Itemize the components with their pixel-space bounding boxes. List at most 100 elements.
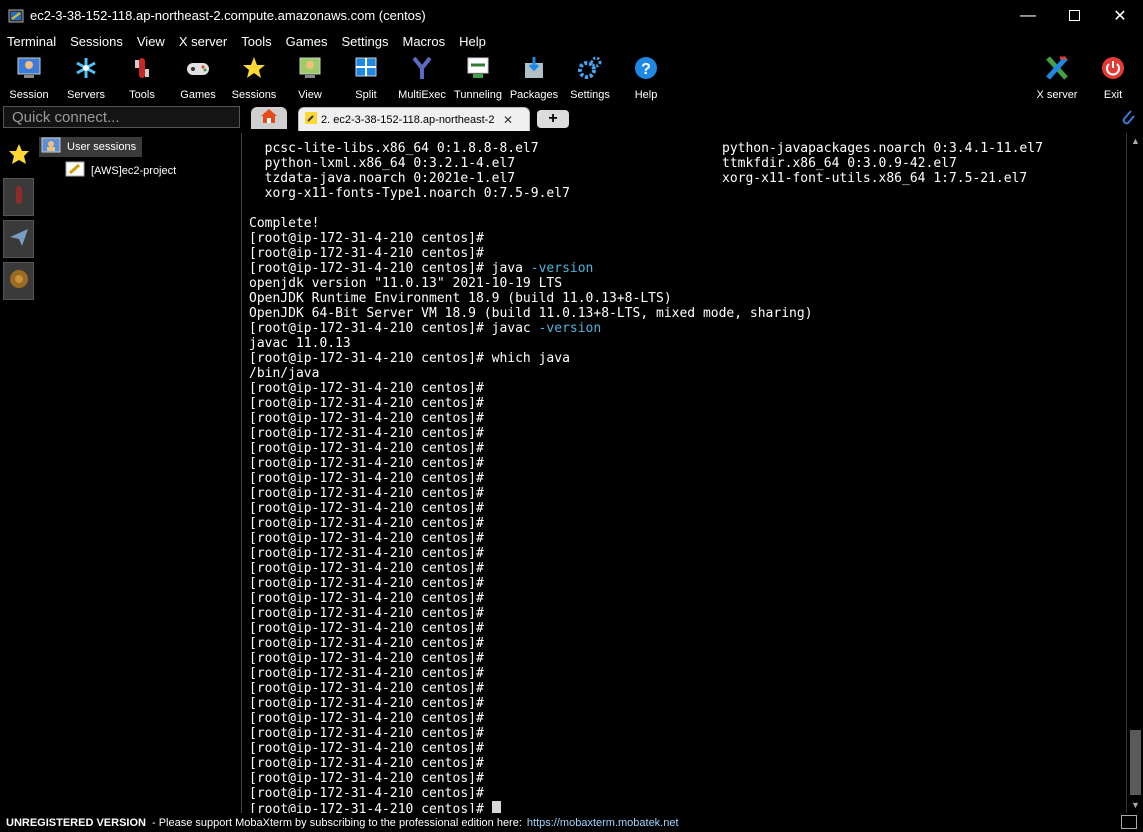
menu-games[interactable]: Games — [279, 34, 335, 49]
tunneling-icon — [465, 55, 491, 81]
exit-icon — [1100, 55, 1126, 81]
close-window-button[interactable]: ✕ — [1097, 0, 1143, 31]
mobatek-link[interactable]: https://mobaxterm.mobatek.net — [527, 817, 679, 829]
terminal-line: [root@ip-172-31-4-210 centos]# which jav… — [249, 351, 570, 366]
terminal-line: pcsc-lite-libs.x86_64 0:1.8.8-8.el7 — [249, 141, 539, 156]
tools-button[interactable]: Tools — [114, 53, 170, 101]
terminal-line: [root@ip-172-31-4-210 centos]# — [249, 681, 484, 696]
terminal-line: [root@ip-172-31-4-210 centos]# — [249, 486, 484, 501]
sidebar-vertical-tabs — [0, 133, 38, 813]
sessions-tree: User sessions [AWS]ec2-project — [37, 133, 240, 813]
view-icon — [297, 55, 323, 81]
menu-sessions[interactable]: Sessions — [63, 34, 130, 49]
terminal-line: Complete! — [249, 216, 320, 231]
terminal-line: [root@ip-172-31-4-210 centos]# — [249, 711, 484, 726]
quick-connect-input[interactable]: Quick connect... — [3, 106, 240, 128]
multiexec-button[interactable]: MultiExec — [394, 53, 450, 101]
sidebar-tab-sftp[interactable] — [3, 220, 34, 258]
maximize-button[interactable] — [1051, 0, 1097, 31]
menu-x-server[interactable]: X server — [172, 34, 234, 49]
terminal-line: python-lxml.x86_64 0:3.2.1-4.el7 — [249, 156, 516, 171]
x-server-button[interactable]: X server — [1029, 53, 1085, 101]
tab-bar: Quick connect... 2. ec2-3-38-152-118.ap-… — [0, 105, 1143, 131]
view-button[interactable]: View — [282, 53, 338, 101]
terminal-line: [root@ip-172-31-4-210 centos]# — [249, 246, 484, 261]
menu-settings[interactable]: Settings — [335, 34, 396, 49]
terminal-output[interactable]: pcsc-lite-libs.x86_64 0:1.8.8-8.el7 pytho… — [241, 133, 1126, 813]
terminal-line: [root@ip-172-31-4-210 centos]# java -ver… — [249, 261, 594, 276]
menu-tools[interactable]: Tools — [234, 34, 278, 49]
tree-item-user-sessions[interactable]: User sessions — [39, 137, 143, 158]
tab-terminal-session[interactable]: 2. ec2-3-38-152-118.ap-northeast-2 ✕ — [298, 107, 530, 131]
settings-icon — [577, 55, 603, 81]
games-icon — [185, 55, 211, 81]
terminal-line: xorg-x11-font-utils.x86_64 1:7.5-21.el7 — [722, 171, 1028, 186]
sidebar-tab-sessions[interactable] — [3, 137, 34, 175]
ssh-key-icon — [305, 111, 317, 129]
terminal-line: /bin/java — [249, 366, 320, 381]
servers-icon — [73, 55, 99, 81]
terminal-line: [root@ip-172-31-4-210 centos]# — [249, 576, 484, 591]
menu-help[interactable]: Help — [452, 34, 493, 49]
exit-button[interactable]: Exit — [1085, 53, 1141, 101]
x-server-icon — [1044, 55, 1070, 81]
help-icon: ? — [633, 55, 659, 81]
window-title: ec2-3-38-152-118.ap-northeast-2.compute.… — [30, 8, 426, 23]
terminal-line: [root@ip-172-31-4-210 centos]# — [249, 696, 484, 711]
session-icon — [16, 55, 42, 81]
multiexec-icon — [409, 55, 435, 81]
send-icon — [8, 226, 30, 253]
scroll-thumb[interactable] — [1130, 730, 1141, 795]
terminal-line: [root@ip-172-31-4-210 centos]# — [249, 786, 484, 801]
terminal-line: [root@ip-172-31-4-210 centos]# — [249, 531, 484, 546]
terminal-line: openjdk version "11.0.13" 2021-10-19 LTS — [249, 276, 563, 291]
terminal-line: [root@ip-172-31-4-210 centos]# — [249, 546, 484, 561]
help-button[interactable]: ? Help — [618, 53, 674, 101]
status-monitor-icon[interactable] — [1121, 815, 1137, 829]
minimize-button[interactable]: — — [1005, 0, 1051, 31]
packages-button[interactable]: Packages — [506, 53, 562, 101]
svg-text:?: ? — [641, 61, 651, 78]
terminal-line: [root@ip-172-31-4-210 centos]# — [249, 426, 484, 441]
terminal-line: ttmkfdir.x86_64 0:3.0.9-42.el7 — [722, 156, 957, 171]
mobaxterm-app-icon — [8, 8, 24, 24]
macro-icon — [8, 268, 30, 295]
session-button[interactable]: Session — [1, 53, 57, 101]
menu-bar: Terminal Sessions View X server Tools Ga… — [0, 31, 1143, 51]
user-sessions-icon — [41, 137, 61, 158]
terminal-line: [root@ip-172-31-4-210 centos]# — [249, 411, 484, 426]
terminal-line: [root@ip-172-31-4-210 centos]# — [249, 561, 484, 576]
tab-label: 2. ec2-3-38-152-118.ap-northeast-2 — [321, 113, 495, 126]
terminal-line: [root@ip-172-31-4-210 centos]# — [249, 756, 484, 771]
terminal-line: python-javapackages.noarch 0:3.4.1-11.el… — [722, 141, 1043, 156]
menu-macros[interactable]: Macros — [395, 34, 452, 49]
games-button[interactable]: Games — [170, 53, 226, 101]
tab-close-icon[interactable]: ✕ — [503, 113, 513, 127]
servers-button[interactable]: Servers — [58, 53, 114, 101]
settings-button[interactable]: Settings — [562, 53, 618, 101]
sidebar-tab-macros[interactable] — [3, 262, 34, 300]
scroll-down-icon[interactable]: ▼ — [1127, 797, 1143, 813]
terminal-line: [root@ip-172-31-4-210 centos]# — [249, 771, 484, 786]
split-button[interactable]: Split — [338, 53, 394, 101]
terminal-line: [root@ip-172-31-4-210 centos]# — [249, 471, 484, 486]
title-bar: ec2-3-38-152-118.ap-northeast-2.compute.… — [0, 0, 1143, 31]
terminal-line: [root@ip-172-31-4-210 centos]# — [249, 606, 484, 621]
sidebar-tab-tools[interactable] — [3, 178, 34, 216]
terminal-line: OpenJDK Runtime Environment 18.9 (build … — [249, 291, 672, 306]
tree-item-aws-ec2-project[interactable]: [AWS]ec2-project — [65, 161, 176, 181]
support-message: - Please support MobaXterm by subscribin… — [151, 816, 522, 829]
home-tab[interactable] — [251, 107, 287, 129]
paperclip-icon[interactable] — [1119, 107, 1137, 127]
terminal-line: [root@ip-172-31-4-210 centos]# — [249, 396, 484, 411]
menu-view[interactable]: View — [130, 34, 172, 49]
new-tab-button[interactable]: + — [537, 110, 569, 128]
terminal-line: [root@ip-172-31-4-210 centos]# — [249, 726, 484, 741]
terminal-line: [root@ip-172-31-4-210 centos]# — [249, 801, 501, 813]
scroll-up-icon[interactable]: ▲ — [1127, 133, 1143, 149]
terminal-scrollbar[interactable]: ▲ ▼ — [1126, 133, 1143, 813]
tools-icon — [129, 55, 155, 81]
tunneling-button[interactable]: Tunneling — [450, 53, 506, 101]
sessions-button[interactable]: Sessions — [226, 53, 282, 101]
menu-terminal[interactable]: Terminal — [0, 34, 63, 49]
